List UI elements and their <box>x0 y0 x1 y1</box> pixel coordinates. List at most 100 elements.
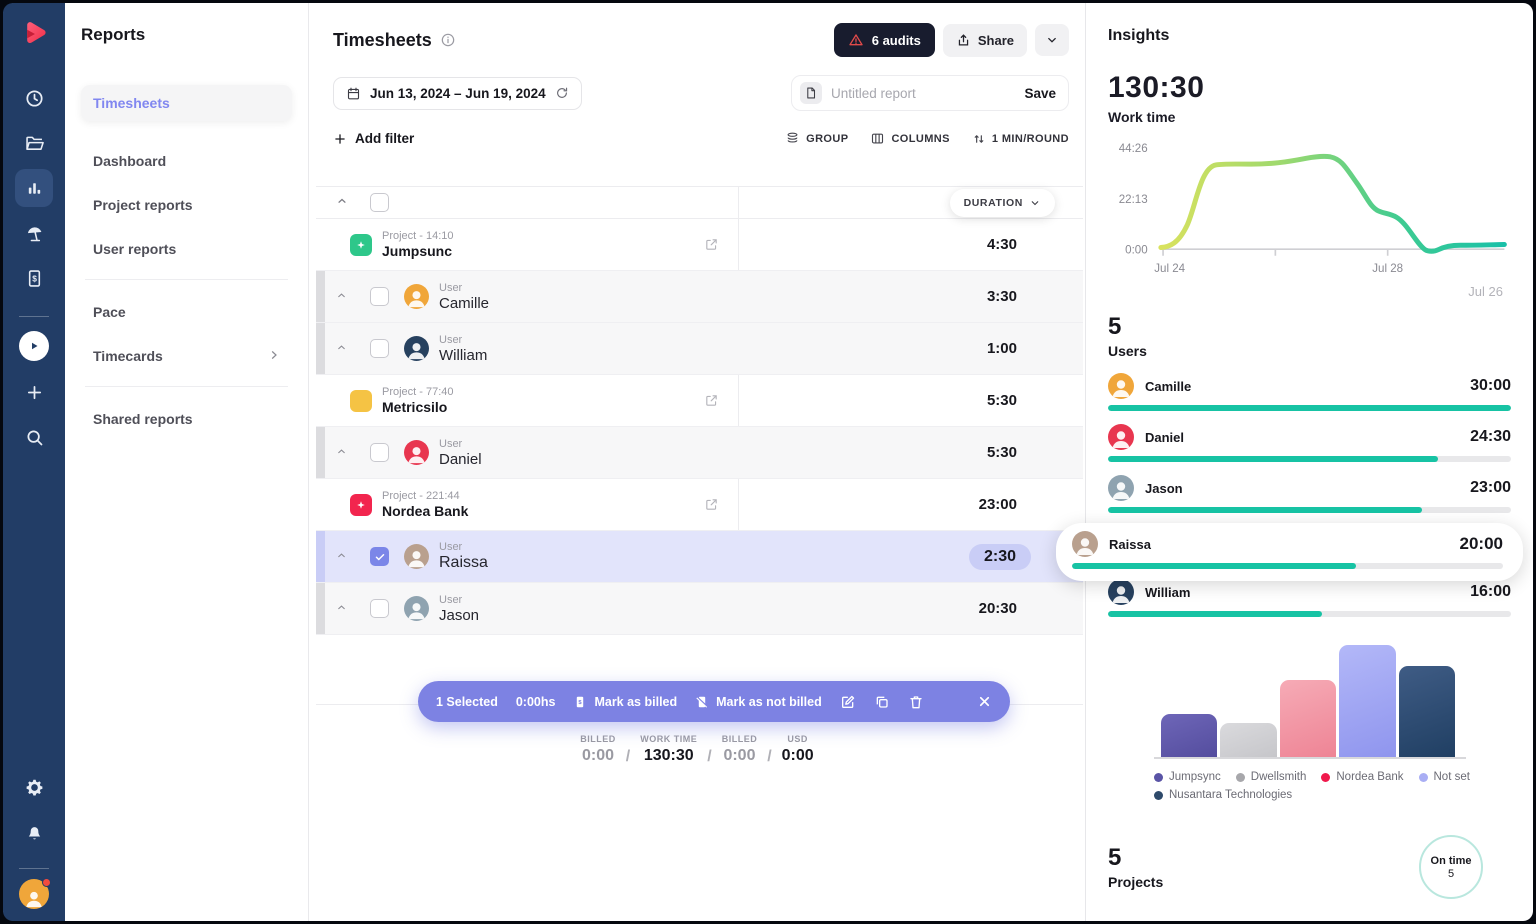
bar-nusantara[interactable] <box>1398 666 1456 757</box>
app-logo-icon[interactable] <box>17 17 51 51</box>
sidebar-item-dashboard[interactable]: Dashboard <box>81 143 292 179</box>
page-title: Timesheets <box>333 29 432 50</box>
start-timer-button[interactable] <box>19 331 49 361</box>
table-row[interactable]: User William 1:00 <box>316 323 1083 375</box>
collapse-row-icon[interactable] <box>336 340 348 358</box>
notifications-bell-icon[interactable] <box>15 813 53 851</box>
share-button[interactable]: Share <box>942 23 1027 57</box>
bar-not-set[interactable] <box>1339 645 1396 757</box>
settings-gear-icon[interactable] <box>15 768 53 806</box>
sidebar-item-shared-reports[interactable]: Shared reports <box>81 401 292 437</box>
table-row[interactable]: User Daniel 5:30 <box>316 427 1083 479</box>
collapse-row-icon[interactable] <box>336 444 348 462</box>
row-checkbox[interactable] <box>370 287 389 306</box>
search-icon[interactable] <box>15 418 53 456</box>
avatar <box>404 440 429 465</box>
avatar <box>404 336 429 361</box>
refresh-icon[interactable] <box>555 86 569 100</box>
legend-item: Not set <box>1418 771 1470 783</box>
avatar <box>404 596 429 621</box>
report-name-box: Save <box>791 75 1069 111</box>
edit-icon[interactable] <box>840 694 856 710</box>
insights-title: Insights <box>1108 27 1170 44</box>
projects-bar-chart <box>1161 643 1456 757</box>
share-icon <box>958 33 969 45</box>
close-icon[interactable] <box>977 694 992 709</box>
bar-nordea-bank[interactable] <box>1279 680 1337 757</box>
user-stat-row[interactable]: William 16:00 <box>1108 579 1511 617</box>
users-list: Camille 30:00 Daniel 24:30 Jason 23:00 Rais… <box>1056 373 1523 617</box>
sidebar-item-timesheets[interactable]: Timesheets <box>81 85 292 121</box>
group-icon <box>787 132 798 143</box>
mark-not-billed-button[interactable]: Mark as not billed <box>695 695 822 709</box>
table-row[interactable]: Project - 77:40 Metricsilo 5:30 <box>316 375 1083 427</box>
table-row[interactable]: User Jason 20:30 <box>316 583 1083 635</box>
chevron-down-icon <box>1031 201 1039 206</box>
select-all-checkbox[interactable] <box>370 193 389 212</box>
delete-trash-icon[interactable] <box>908 694 924 710</box>
row-checkbox[interactable] <box>370 339 389 358</box>
user-stat-row[interactable]: Camille 30:00 <box>1108 373 1511 411</box>
sidebar-item-timecards[interactable]: Timecards <box>81 338 292 374</box>
info-icon[interactable] <box>440 32 456 48</box>
columns-icon <box>872 133 884 144</box>
bar-dwellsmith[interactable] <box>1220 723 1277 757</box>
sort-arrows-icon <box>974 134 984 143</box>
columns-button[interactable]: COLUMNS <box>870 131 949 146</box>
reports-sidebar: Reports Timesheets Dashboard Project rep… <box>65 3 309 921</box>
external-link-icon[interactable] <box>704 393 719 408</box>
time-off-icon[interactable] <box>15 214 53 252</box>
collapse-all-icon[interactable] <box>336 194 348 212</box>
sidebar-item-project-reports[interactable]: Project reports <box>81 187 292 223</box>
sidebar-title: Reports <box>81 25 146 44</box>
rail-divider <box>19 868 49 869</box>
svg-text:Jul 28: Jul 28 <box>1372 263 1403 275</box>
chart-annotation: Jul 26 <box>1468 284 1503 299</box>
reports-icon[interactable] <box>15 169 53 207</box>
profile-avatar[interactable] <box>19 878 51 909</box>
sidebar-item-pace[interactable]: Pace <box>81 294 292 330</box>
share-menu-button[interactable] <box>1035 24 1069 56</box>
report-name-input[interactable] <box>831 85 1025 101</box>
mark-billed-button[interactable]: $ Mark as billed <box>573 695 677 709</box>
time-tracking-icon[interactable] <box>15 79 53 117</box>
external-link-icon[interactable] <box>704 237 719 252</box>
sidebar-divider <box>85 279 288 280</box>
collapse-row-icon[interactable] <box>336 600 348 618</box>
group-button[interactable]: GROUP <box>785 131 848 146</box>
user-stat-row[interactable]: Daniel 24:30 <box>1108 424 1511 462</box>
date-range-picker[interactable]: Jun 13, 2024 – Jun 19, 2024 <box>333 76 582 110</box>
table-row[interactable]: Project - 221:44 Nordea Bank 23:00 <box>316 479 1083 531</box>
row-checkbox[interactable] <box>370 599 389 618</box>
external-link-icon[interactable] <box>704 497 719 512</box>
rounding-button[interactable]: 1 MIN/ROUND <box>972 132 1069 146</box>
sidebar-item-user-reports[interactable]: User reports <box>81 231 292 267</box>
table-row[interactable]: Project - 14:10 Jumpsunc 4:30 <box>316 219 1083 271</box>
save-button[interactable]: Save <box>1024 86 1056 101</box>
add-icon[interactable] <box>15 373 53 411</box>
collapse-row-icon[interactable] <box>336 548 348 566</box>
add-filter-button[interactable]: Add filter <box>333 131 414 146</box>
plus-icon <box>335 133 345 144</box>
selected-hours: 0:00hs <box>515 694 556 709</box>
table-row[interactable]: User Camille 3:30 <box>316 271 1083 323</box>
avatar <box>1072 531 1098 557</box>
table-row-selected[interactable]: User Raissa 2:30 <box>316 531 1083 583</box>
invoices-icon[interactable]: $ <box>15 259 53 297</box>
svg-text:$: $ <box>32 273 37 283</box>
duration-column-header[interactable]: DURATION <box>949 189 1055 217</box>
collapse-row-icon[interactable] <box>336 288 348 306</box>
duplicate-icon[interactable] <box>874 694 890 710</box>
timesheet-table: DURATION Project - 14:10 Jumpsunc 4:30 Us… <box>316 186 1083 635</box>
user-stat-row-highlighted[interactable]: Raissa 20:00 <box>1056 523 1523 581</box>
work-time-total: 130:30 <box>1108 71 1205 104</box>
row-checkbox[interactable] <box>370 443 389 462</box>
user-stat-row[interactable]: Jason 23:00 <box>1108 475 1511 513</box>
project-color-icon <box>350 493 372 516</box>
bar-jumpsync[interactable] <box>1161 714 1218 757</box>
audits-button[interactable]: 6 audits <box>833 23 935 57</box>
svg-text:0:00: 0:00 <box>1125 245 1147 257</box>
projects-icon[interactable] <box>15 124 53 162</box>
svg-text:Jul 24: Jul 24 <box>1154 263 1185 275</box>
row-checkbox-checked[interactable] <box>370 547 389 566</box>
